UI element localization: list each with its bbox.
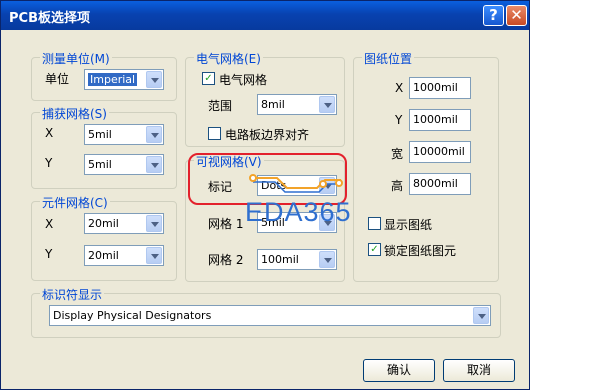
range-select[interactable]: 8mil bbox=[257, 94, 337, 115]
grid1-label: 网格 1 bbox=[208, 217, 244, 231]
sheet-x-input[interactable]: 1000mil bbox=[409, 77, 471, 99]
component-y-label: Y bbox=[45, 247, 53, 261]
sheet-height-input[interactable]: 8000mil bbox=[409, 173, 471, 195]
snap-y-select[interactable]: 5mil bbox=[84, 154, 164, 175]
component-x-value: 20mil bbox=[88, 217, 119, 230]
designator-value: Display Physical Designators bbox=[53, 309, 212, 322]
snap-x-value: 5mil bbox=[88, 128, 112, 141]
chevron-down-icon[interactable] bbox=[473, 307, 489, 324]
show-sheet-checkbox[interactable] bbox=[368, 217, 381, 230]
snap-x-label: X bbox=[45, 126, 54, 140]
electrical-grid-checkbox[interactable]: ✓ bbox=[202, 72, 215, 85]
watermark-logo: EDA365 bbox=[245, 197, 352, 227]
component-y-value: 20mil bbox=[88, 249, 119, 262]
sheet-height-value: 8000mil bbox=[413, 177, 458, 190]
sheet-x-label: X bbox=[395, 81, 404, 95]
range-label: 范围 bbox=[208, 99, 233, 113]
chevron-down-icon[interactable] bbox=[146, 126, 162, 143]
lock-sheet-label: 锁定图纸图元 bbox=[384, 244, 457, 258]
sheet-width-value: 10000mil bbox=[413, 145, 465, 158]
snap-y-value: 5mil bbox=[88, 158, 112, 171]
units-select[interactable]: Imperial bbox=[84, 69, 164, 90]
designator-select[interactable]: Display Physical Designators bbox=[49, 305, 491, 326]
component-y-select[interactable]: 20mil bbox=[84, 245, 164, 266]
component-grid-legend: 元件网格(C) bbox=[40, 194, 110, 211]
sheet-width-input[interactable]: 10000mil bbox=[409, 141, 471, 163]
grid2-select[interactable]: 100mil bbox=[257, 249, 337, 270]
snap-y-label: Y bbox=[45, 156, 53, 170]
snap-grid-legend: 捕获网格(S) bbox=[40, 105, 109, 122]
chevron-down-icon[interactable] bbox=[146, 71, 162, 88]
snap-x-select[interactable]: 5mil bbox=[84, 124, 164, 145]
electrical-grid-label: 电气网格 bbox=[219, 73, 268, 87]
ok-button[interactable]: 确认 bbox=[363, 359, 435, 382]
sheet-position-legend: 图纸位置 bbox=[362, 50, 415, 67]
dialog-title: PCB板选择项 bbox=[9, 11, 90, 26]
chevron-down-icon[interactable] bbox=[319, 251, 335, 268]
board-edge-checkbox[interactable] bbox=[208, 127, 221, 140]
range-value: 8mil bbox=[261, 98, 285, 111]
chevron-down-icon[interactable] bbox=[146, 215, 162, 232]
cancel-button[interactable]: 取消 bbox=[443, 359, 515, 382]
sheet-y-input[interactable]: 1000mil bbox=[409, 109, 471, 131]
chevron-down-icon[interactable] bbox=[319, 96, 335, 113]
units-legend: 测量单位(M) bbox=[40, 50, 112, 67]
component-x-label: X bbox=[45, 217, 54, 231]
title-bar: PCB板选择项 ? ✕ bbox=[1, 1, 529, 30]
sheet-y-label: Y bbox=[395, 113, 403, 127]
show-sheet-label: 显示图纸 bbox=[384, 218, 433, 232]
help-button[interactable]: ? bbox=[483, 5, 504, 26]
chevron-down-icon[interactable] bbox=[146, 247, 162, 264]
sheet-width-label: 宽 bbox=[391, 147, 404, 161]
lock-sheet-checkbox[interactable]: ✓ bbox=[368, 243, 381, 256]
component-x-select[interactable]: 20mil bbox=[84, 213, 164, 234]
sheet-y-value: 1000mil bbox=[413, 113, 458, 126]
units-label: 单位 bbox=[45, 72, 70, 86]
chevron-down-icon[interactable] bbox=[146, 156, 162, 173]
grid2-label: 网格 2 bbox=[208, 253, 244, 267]
designator-legend: 标识符显示 bbox=[40, 286, 105, 303]
pcb-options-dialog: PCB板选择项 ? ✕ 测量单位(M) 单位 Imperial 捕获网格(S) … bbox=[0, 0, 530, 390]
electrical-grid-legend: 电气网格(E) bbox=[194, 50, 263, 67]
close-button[interactable]: ✕ bbox=[506, 5, 527, 26]
grid2-value: 100mil bbox=[261, 253, 299, 266]
circuit-trace-icon bbox=[249, 174, 343, 193]
sheet-x-value: 1000mil bbox=[413, 81, 458, 94]
sheet-height-label: 高 bbox=[391, 179, 404, 193]
units-value: Imperial bbox=[88, 73, 138, 86]
board-edge-label: 电路板边界对齐 bbox=[225, 128, 310, 142]
